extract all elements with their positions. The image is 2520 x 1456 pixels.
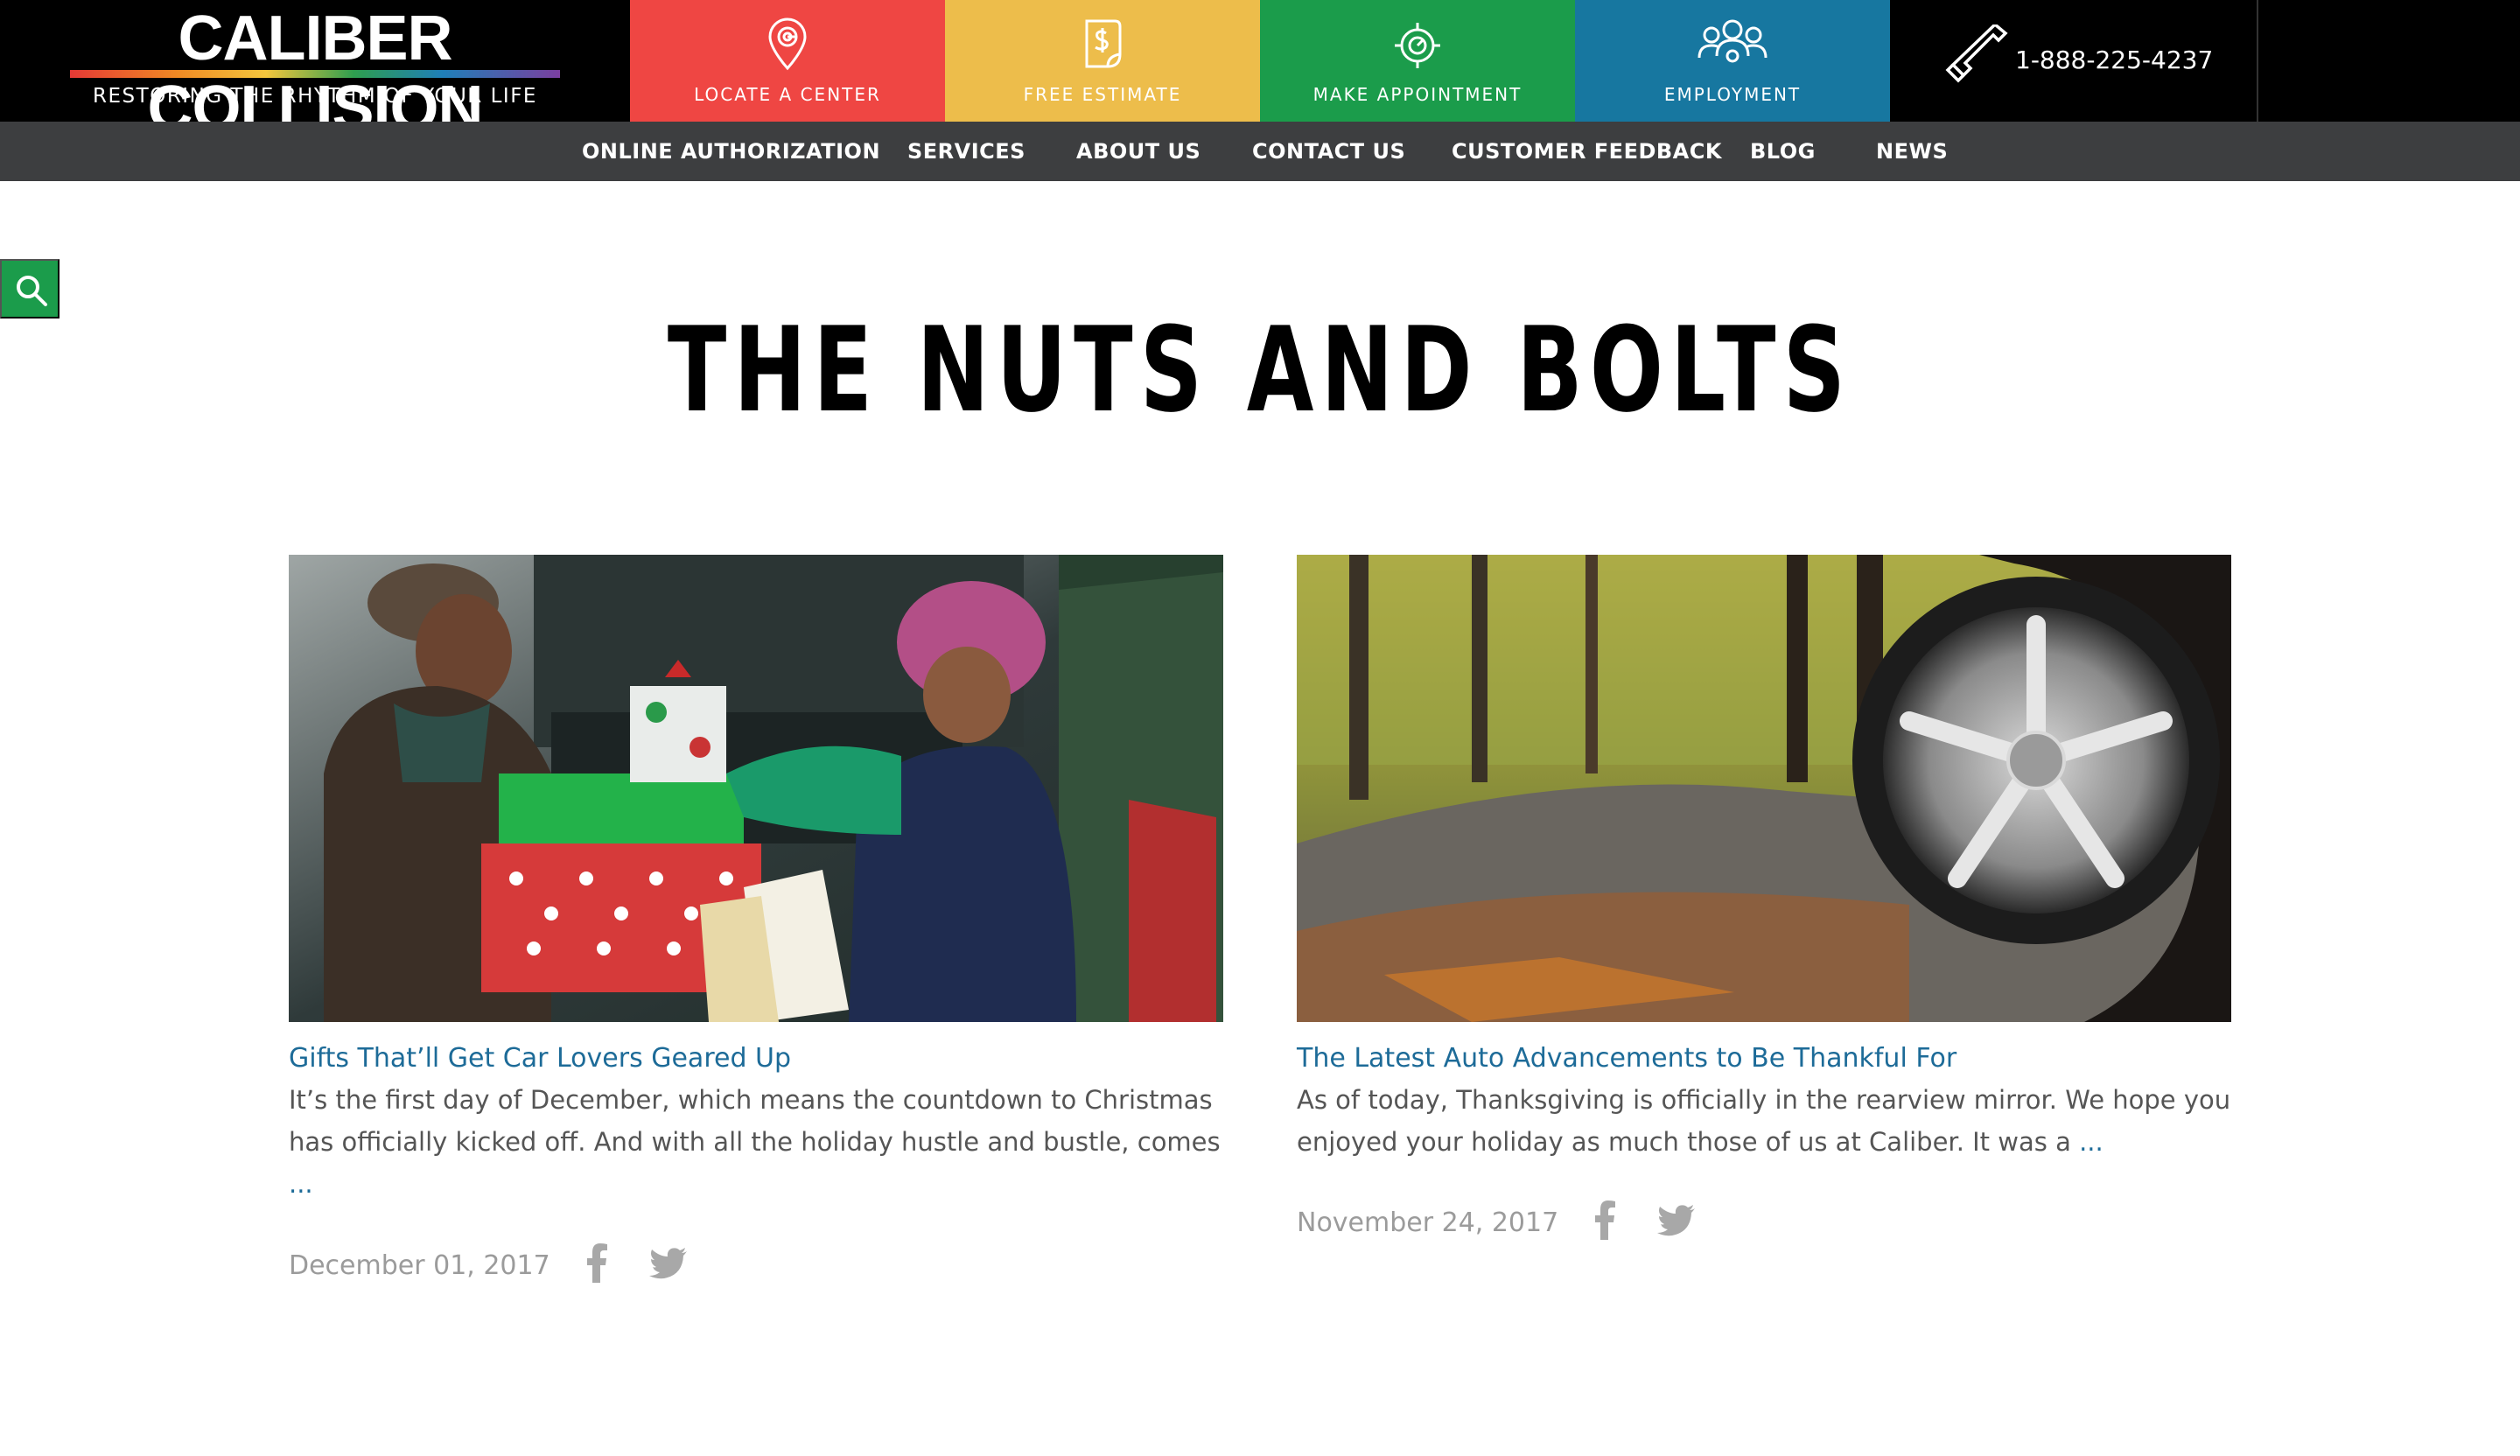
nav-item-contact-us[interactable]: CONTACT US — [1252, 122, 1405, 181]
twitter-glyph — [649, 1248, 687, 1279]
holiday-gift-exchange-photo[interactable] — [289, 555, 1223, 1022]
read-more-link[interactable]: ... — [2079, 1127, 2104, 1157]
search-button[interactable] — [0, 259, 60, 318]
locate-center-label: LOCATE A CENTER — [694, 84, 881, 105]
phone-link[interactable]: 1-888-225-4237 — [1890, 0, 2258, 122]
logo-tagline: RESTORING THE RHYTHM OF YOUR LIFE — [93, 85, 537, 108]
twitter-glyph — [1657, 1205, 1695, 1236]
nav-item-news[interactable]: NEWS — [1876, 122, 1948, 181]
locate-center-tile[interactable]: LOCATE A CENTER — [630, 0, 945, 122]
page-title: THE NUTS AND BOLTS — [667, 302, 1853, 438]
twitter-icon[interactable] — [649, 1248, 688, 1279]
make-appointment-tile[interactable]: MAKE APPOINTMENT — [1260, 0, 1575, 122]
autumn-road-wheel-photo[interactable] — [1297, 555, 2231, 1022]
main-nav: ONLINE AUTHORIZATION SERVICES ABOUT US C… — [0, 122, 2520, 181]
top-header: CALIBER COLLISION RESTORING THE RHYTHM O… — [0, 0, 2520, 144]
free-estimate-tile[interactable]: FREE ESTIMATE — [945, 0, 1260, 122]
nav-item-blog[interactable]: BLOG — [1750, 122, 1816, 181]
nav-item-services[interactable]: SERVICES — [907, 122, 1026, 181]
post-date: November 24, 2017 — [1297, 1208, 1559, 1238]
people-group-icon — [1698, 19, 1768, 63]
header-divider — [2257, 0, 2258, 122]
estimate-document-icon — [1085, 19, 1122, 68]
logo-rainbow-stripe — [70, 70, 560, 78]
location-pin-icon — [768, 18, 807, 71]
post-date: December 01, 2017 — [289, 1250, 550, 1281]
post-excerpt: As of today, Thanksgiving is officially … — [1297, 1079, 2233, 1163]
nav-item-customer-feedback[interactable]: CUSTOMER FEEDBACK — [1452, 122, 1722, 181]
post-photo-illustration — [1297, 555, 2231, 1022]
phone-number: 1-888-225-4237 — [2015, 46, 2214, 74]
facebook-glyph — [1595, 1200, 1615, 1240]
facebook-icon[interactable] — [586, 1242, 607, 1283]
post-excerpt-line: As of today, Thanksgiving is officially … — [1297, 1085, 2231, 1115]
employment-label: EMPLOYMENT — [1663, 84, 1802, 105]
free-estimate-label: FREE ESTIMATE — [1023, 84, 1182, 105]
phone-icon — [1945, 24, 2008, 83]
make-appointment-label: MAKE APPOINTMENT — [1312, 84, 1522, 105]
employment-tile[interactable]: EMPLOYMENT — [1575, 0, 1890, 122]
nav-item-about-us[interactable]: ABOUT US — [1076, 122, 1200, 181]
post-excerpt-line: It’s the first day of December, which me… — [289, 1085, 1213, 1115]
post-photo-illustration — [289, 555, 1223, 1022]
search-icon — [17, 276, 47, 306]
twitter-icon[interactable] — [1657, 1205, 1696, 1236]
appointment-target-icon — [1395, 23, 1440, 68]
post-excerpt-line: has officially kicked off. And with all … — [289, 1127, 1221, 1157]
post-title-link[interactable]: The Latest Auto Advancements to Be Thank… — [1297, 1043, 2259, 1074]
post-excerpt-line: enjoyed your holiday as much those of us… — [1297, 1127, 2071, 1157]
read-more-link[interactable]: ... — [289, 1169, 313, 1199]
post-excerpt: It’s the first day of December, which me… — [289, 1079, 1225, 1205]
nav-item-online-authorization[interactable]: ONLINE AUTHORIZATION — [582, 122, 880, 181]
facebook-glyph — [587, 1243, 607, 1283]
caliber-collision-logo[interactable]: CALIBER COLLISION RESTORING THE RHYTHM O… — [0, 0, 630, 144]
post-title-link[interactable]: Gifts That’ll Get Car Lovers Geared Up — [289, 1043, 1251, 1074]
facebook-icon[interactable] — [1594, 1200, 1615, 1240]
